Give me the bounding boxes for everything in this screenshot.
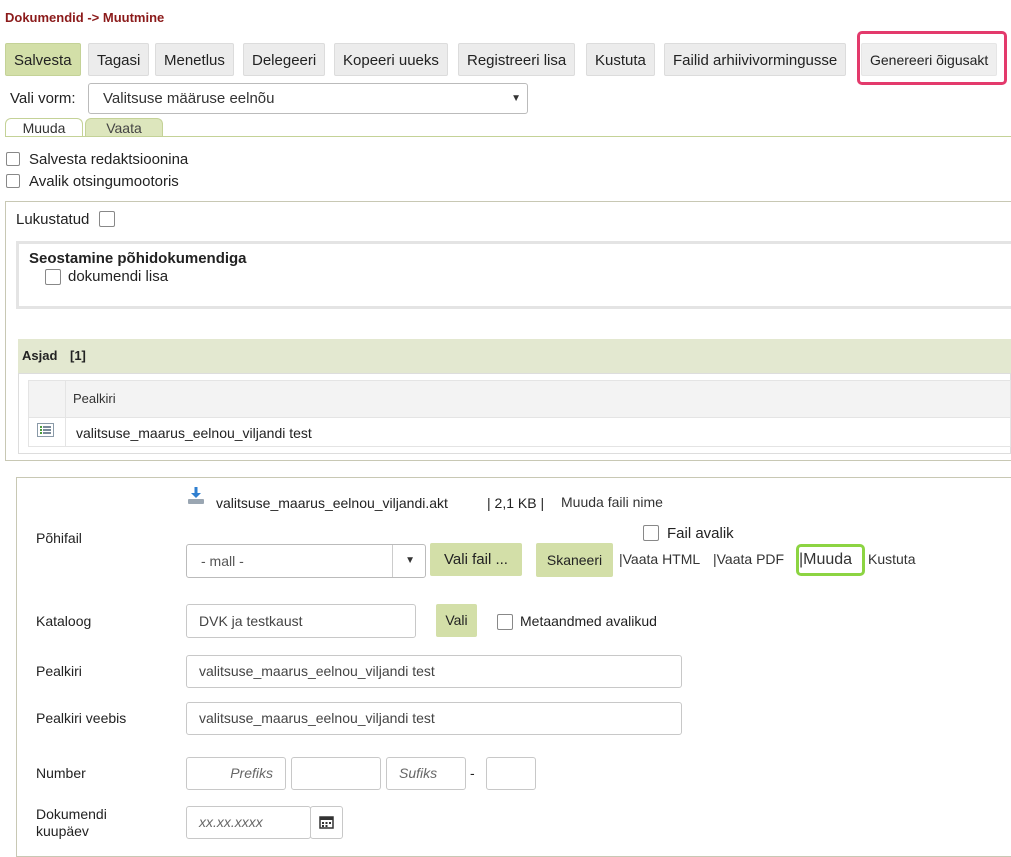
title-label: Pealkiri (36, 663, 82, 679)
choose-catalog-button[interactable]: Vali (436, 604, 477, 637)
link-main-document-title: Seostamine põhidokumendiga (29, 250, 247, 267)
register-attachment-button[interactable]: Registreeri lisa (458, 43, 576, 76)
document-attachment-checkbox[interactable] (45, 269, 61, 285)
delegate-button[interactable]: Delegeeri (243, 43, 326, 76)
public-search-label: Avalik otsingumootoris (29, 173, 179, 190)
locked-checkbox[interactable] (99, 211, 115, 227)
breadcrumb: Dokumendid -> Muutmine (5, 10, 165, 25)
edit-file-link[interactable]: |Muuda (799, 551, 852, 569)
metadata-public-label: Metaandmed avalikud (520, 613, 657, 629)
template-select-value: - mall - (201, 553, 244, 569)
form-select-label: Vali vorm: (10, 90, 76, 107)
save-as-revision-label: Salvesta redaktsioonina (29, 151, 189, 168)
choose-file-button[interactable]: Vali fail ... (430, 543, 522, 576)
template-select[interactable]: - mall - ▼ (186, 544, 426, 578)
back-button[interactable]: Tagasi (88, 43, 150, 76)
view-html-link[interactable]: |Vaata HTML (619, 551, 700, 567)
catalog-label: Kataloog (36, 613, 92, 629)
select-divider (392, 545, 393, 577)
tab-vaata[interactable]: Vaata (85, 118, 163, 137)
dropdown-arrow-icon: ▼ (511, 93, 521, 104)
asjad-header (18, 339, 1011, 373)
list-icon[interactable] (37, 423, 54, 437)
calendar-icon (319, 816, 334, 829)
file-public-label: Fail avalik (667, 525, 734, 542)
document-attachment-label: dokumendi lisa (68, 268, 169, 285)
dropdown-arrow-icon: ▼ (405, 555, 415, 566)
catalog-input[interactable]: DVK ja testkaust (186, 604, 416, 638)
web-title-label: Pealkiri veebis (36, 710, 127, 726)
main-file-size: | 2,1 KB | (487, 495, 545, 511)
download-icon[interactable] (186, 486, 206, 506)
form-select[interactable]: Valitsuse määruse eelnõu ▼ (88, 83, 528, 114)
delete-button[interactable]: Kustuta (586, 43, 655, 76)
generate-legal-act-button[interactable]: Genereeri õigusakt (861, 43, 998, 76)
archive-format-button[interactable]: Failid arhiivivormingusse (664, 43, 847, 76)
date-label-line1: Dokumendi (36, 806, 107, 822)
rename-file-link[interactable]: Muuda faili nime (561, 494, 663, 510)
number-label: Number (36, 765, 86, 781)
save-button[interactable]: Salvesta (5, 43, 81, 76)
asjad-count: [1] (70, 348, 86, 363)
scan-button[interactable]: Skaneeri (536, 543, 613, 577)
asjad-row-title: valitsuse_maarus_eelnou_viljandi test (76, 425, 312, 441)
copy-as-new-button[interactable]: Kopeeri uueks (334, 43, 448, 76)
number-input[interactable] (291, 757, 381, 790)
form-select-value: Valitsuse määruse eelnõu (103, 90, 275, 107)
prefix-input[interactable]: Prefiks (186, 757, 286, 790)
locked-label: Lukustatud (16, 211, 90, 228)
number-dash: - (470, 765, 475, 781)
view-pdf-link[interactable]: |Vaata PDF (713, 551, 784, 567)
main-file-name[interactable]: valitsuse_maarus_eelnou_viljandi.akt (216, 495, 448, 511)
tab-divider (5, 136, 1011, 137)
suffix-input[interactable]: Sufiks (386, 757, 466, 790)
public-search-checkbox[interactable] (6, 174, 20, 188)
date-label-line2: kuupäev (36, 823, 89, 839)
date-input[interactable]: xx.xx.xxxx (186, 806, 311, 839)
web-title-input[interactable]: valitsuse_maarus_eelnou_viljandi test (186, 702, 682, 735)
number-suffix-extra-input[interactable] (486, 757, 536, 790)
asjad-title: Asjad (22, 348, 58, 363)
metadata-public-checkbox[interactable] (497, 614, 513, 630)
procedure-button[interactable]: Menetlus (155, 43, 234, 76)
delete-file-link[interactable]: Kustuta (868, 551, 915, 567)
asjad-column-header: Pealkiri (73, 391, 116, 406)
calendar-button[interactable] (310, 806, 343, 839)
main-file-label: Põhifail (36, 530, 82, 546)
asjad-table-header (28, 380, 1011, 418)
title-input[interactable]: valitsuse_maarus_eelnou_viljandi test (186, 655, 682, 688)
save-as-revision-checkbox[interactable] (6, 152, 20, 166)
file-public-checkbox[interactable] (643, 525, 659, 541)
tab-muuda[interactable]: Muuda (5, 118, 83, 137)
